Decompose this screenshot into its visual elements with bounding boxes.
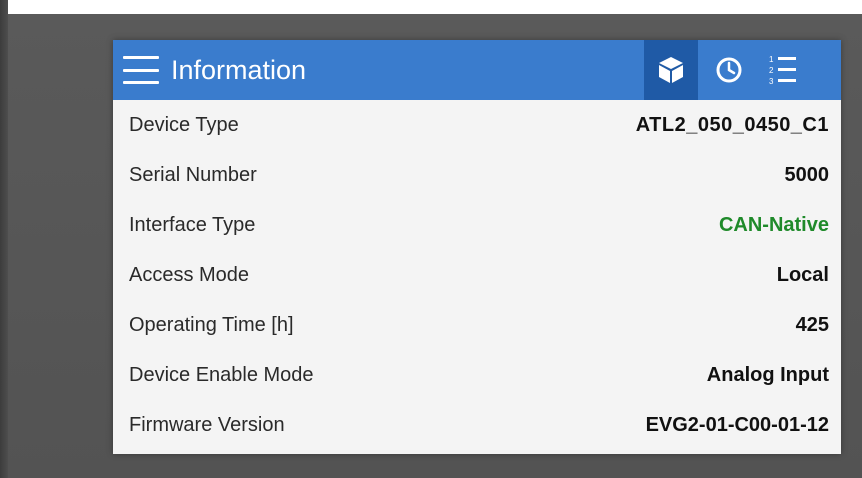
info-value: ATL2_050_0450_C1 [635, 114, 829, 136]
info-value: 425 [795, 314, 829, 336]
info-value: 5000 [784, 164, 830, 186]
tab-history[interactable] [702, 40, 756, 100]
info-row-serial-number: Serial Number 5000 [113, 150, 841, 200]
info-row-firmware-version: Firmware Version EVG2-01-C00-01-12 [113, 400, 841, 450]
info-label: Firmware Version [129, 414, 285, 436]
clock-icon [716, 57, 742, 83]
info-row-access-mode: Access Mode Local [113, 250, 841, 300]
info-label: Device Type [129, 114, 239, 136]
display-screen: Information 1 2 3 Device Type ATL2_050_0… [113, 40, 841, 454]
tab-parameters[interactable]: 1 2 3 [756, 40, 810, 100]
device-bezel-top [0, 0, 862, 14]
info-list: Device Type ATL2_050_0450_C1 Serial Numb… [113, 100, 841, 450]
svg-text:1: 1 [769, 55, 774, 64]
svg-text:2: 2 [769, 66, 774, 75]
info-row-interface-type: Interface Type CAN-Native [113, 200, 841, 250]
info-row-device-type: Device Type ATL2_050_0450_C1 [113, 100, 841, 150]
numbered-list-icon: 1 2 3 [769, 55, 796, 86]
info-label: Serial Number [129, 164, 257, 186]
cube-icon [659, 57, 683, 83]
info-label: Operating Time [h] [129, 314, 294, 336]
info-value: EVG2-01-C00-01-12 [645, 414, 829, 436]
page-title: Information [171, 55, 307, 85]
header-bar: Information 1 2 3 [113, 40, 841, 100]
info-value: Local [776, 264, 829, 286]
info-row-operating-time: Operating Time [h] 425 [113, 300, 841, 350]
info-label: Access Mode [129, 264, 250, 286]
tab-information[interactable] [644, 40, 698, 100]
info-row-device-enable-mode: Device Enable Mode Analog Input [113, 350, 841, 400]
svg-text:3: 3 [769, 77, 774, 86]
hamburger-menu-icon[interactable] [123, 53, 159, 87]
info-label: Device Enable Mode [129, 364, 314, 386]
info-label: Interface Type [129, 214, 256, 236]
info-value: Analog Input [706, 364, 829, 386]
device-bezel-left [0, 0, 8, 478]
info-value: CAN-Native [718, 214, 829, 236]
